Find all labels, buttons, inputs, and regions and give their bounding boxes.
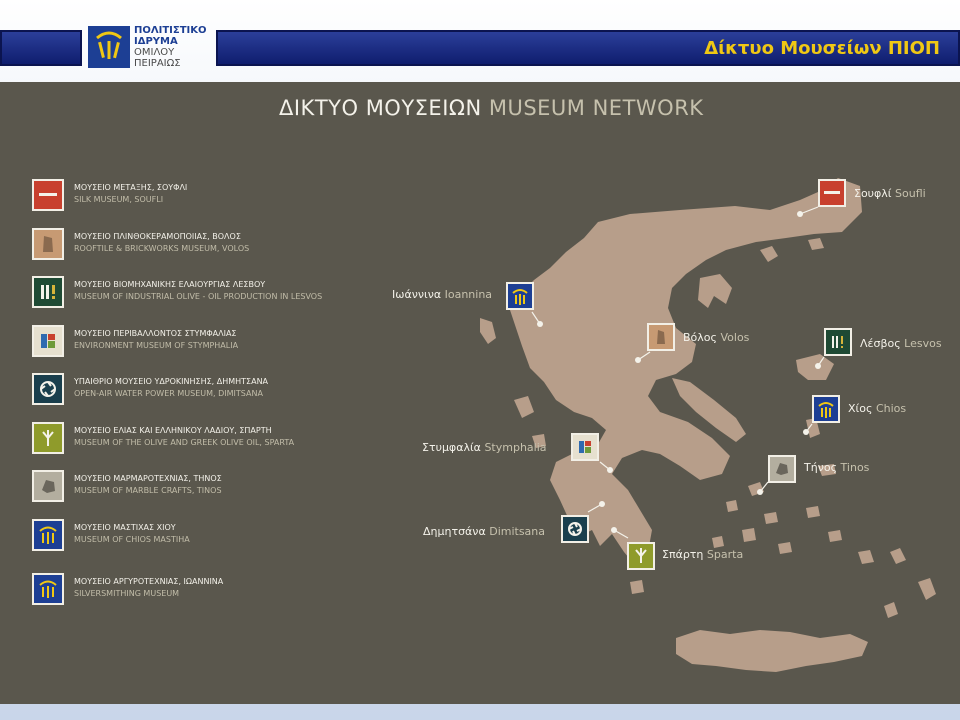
foundation-logo: ΠΟΛΙΤΙΣΤΙΚΟ ΙΔΡΥΜΑ ΟΜΙΛΟΥ ΠΕΙΡΑΙΩΣ: [88, 22, 212, 72]
legend-subtitle: ENVIRONMENT MUSEUM OF STYMPHALIA: [74, 341, 239, 350]
map-label-english: Stymphalia: [484, 441, 547, 454]
marker-ioannina-piop-icon[interactable]: [506, 282, 534, 310]
marker-sparta-olive-tree-icon[interactable]: [627, 542, 655, 570]
piop-icon: [32, 573, 64, 605]
map-label-english: Sparta: [706, 548, 744, 561]
greece-landmass: [480, 178, 936, 672]
dot-chios: [803, 429, 809, 435]
map-label-dimitsana: Δημητσάνα Dimitsana: [423, 525, 545, 538]
dot-stymphalia: [607, 467, 613, 473]
map-label-english: Ioannina: [444, 288, 493, 301]
map-label-soufli: Σουφλί Soufli: [854, 187, 926, 200]
legend-item-silversmithing: ΜΟΥΣΕΙΟ ΑΡΓΥΡΟΤΕΧΝΙΑΣ, ΙΩΑΝΝΙΝΑ SILVERSM…: [32, 573, 452, 605]
slide: Δίκτυο Μουσείων ΠΙΟΠ ΠΟΛΙΤΙΣΤΙΚΟ ΙΔΡΥΜΑ …: [0, 0, 960, 720]
map-label-volos: Βόλος Volos: [683, 331, 749, 344]
legend-subtitle: MUSEUM OF MARBLE CRAFTS, TINOS: [74, 486, 222, 495]
map-label-chios: Χίος Chios: [848, 402, 906, 415]
map-label-lesvos: Λέσβος Lesvos: [860, 337, 942, 350]
legend-title: ΜΟΥΣΕΙΟ ΜΑΣΤΙΧΑΣ ΧΙΟΥ: [74, 523, 176, 532]
map-label-ioannina: Ιωάννινα Ioannina: [392, 288, 492, 301]
silk-icon: [32, 179, 64, 211]
legend-title: ΜΟΥΣΕΙΟ ΜΕΤΑΞΗΣ, ΣΟΥΦΛΙ: [74, 183, 188, 192]
legend-item-silk: ΜΟΥΣΕΙΟ ΜΕΤΑΞΗΣ, ΣΟΥΦΛΙ SILK MUSEUM, SOU…: [32, 179, 452, 211]
map-label-english: Chios: [875, 402, 907, 415]
map-label-greek: Τήνος: [804, 461, 838, 474]
legend-title: ΥΠΑΙΘΡΙΟ ΜΟΥΣΕΙΟ ΥΔΡΟΚΙΝΗΣΗΣ, ΔΗΜΗΤΣΑΝΑ: [74, 377, 269, 386]
legend-title: ΜΟΥΣΕΙΟ ΜΑΡΜΑΡΟΤΕΧΝΙΑΣ, ΤΗΝΟΣ: [74, 474, 222, 483]
marker-lesvos-olive-press-icon[interactable]: [824, 328, 852, 356]
marker-soufli-silk-icon[interactable]: [818, 179, 846, 207]
brick-icon: [32, 228, 64, 260]
map-label-greek: Χίος: [848, 402, 873, 415]
map-label-stymphalia: Στυμφαλία Stymphalia: [422, 441, 547, 454]
map-label-greek: Σουφλί: [854, 187, 892, 200]
legend-title: ΜΟΥΣΕΙΟ ΕΛΙΑΣ ΚΑΙ ΕΛΛΗΝΙΚΟΥ ΛΑΔΙΟΥ, ΣΠΑΡ…: [74, 426, 272, 435]
map-label-english: Volos: [720, 331, 750, 344]
map-label-greek: Σπάρτη: [662, 548, 704, 561]
olive-tree-icon: [32, 422, 64, 454]
header-bar: Δίκτυο Μουσείων ΠΙΟΠ: [216, 30, 960, 66]
legend-title: ΜΟΥΣΕΙΟ ΑΡΓΥΡΟΤΕΧΝΙΑΣ, ΙΩΑΝΝΙΝΑ: [74, 577, 224, 586]
legend-subtitle: ROOFTILE & BRICKWORKS MUSEUM, VOLOS: [74, 244, 250, 253]
legend-subtitle: MUSEUM OF THE OLIVE AND GREEK OLIVE OIL,…: [74, 438, 295, 447]
marker-dimitsana-water-wheel-icon[interactable]: [561, 515, 589, 543]
water-wheel-icon: [32, 373, 64, 405]
piop-icon: [32, 519, 64, 551]
museum-network-panel: ΔΙΚΤΥΟ ΜΟΥΣΕΙΩΝ MUSEUM NETWORK ΜΟΥΣΕΙΟ Μ…: [0, 82, 960, 704]
legend-subtitle: SILK MUSEUM, SOUFLI: [74, 195, 164, 204]
logo-line-4: ΠΕΙΡΑΙΩΣ: [134, 58, 181, 69]
marble-icon: [32, 470, 64, 502]
legend-subtitle: SILVERSMITHING MUSEUM: [74, 589, 180, 598]
marker-volos-brick-icon[interactable]: [647, 323, 675, 351]
olive-press-icon: [32, 276, 64, 308]
map-label-sparta: Σπάρτη Sparta: [662, 548, 743, 561]
logo-line-2: ΙΔΡΥΜΑ: [134, 36, 178, 47]
environment-icon: [32, 325, 64, 357]
dot-ioannina: [537, 321, 543, 327]
legend-item-water-wheel: ΥΠΑΙΘΡΙΟ ΜΟΥΣΕΙΟ ΥΔΡΟΚΙΝΗΣΗΣ, ΔΗΜΗΤΣΑΝΑ …: [32, 373, 452, 405]
marker-chios-piop-icon[interactable]: [812, 395, 840, 423]
map-label-greek: Ιωάννινα: [392, 288, 442, 301]
map-label-greek: Λέσβος: [860, 337, 901, 350]
legend-item-marble: ΜΟΥΣΕΙΟ ΜΑΡΜΑΡΟΤΕΧΝΙΑΣ, ΤΗΝΟΣ MUSEUM OF …: [32, 470, 452, 502]
legend-subtitle: MUSEUM OF INDUSTRIAL OLIVE - OIL PRODUCT…: [74, 292, 323, 301]
map-label-greek: Στυμφαλία: [422, 441, 481, 454]
map-label-greek: Βόλος: [683, 331, 717, 344]
logo-text: ΠΟΛΙΤΙΣΤΙΚΟ ΙΔΡΥΜΑ ΟΜΙΛΟΥ ΠΕΙΡΑΙΩΣ: [134, 25, 207, 69]
legend-item-olive-press: ΜΟΥΣΕΙΟ ΒΙΟΜΗΧΑΝΙΚΗΣ ΕΛΑΙΟΥΡΓΙΑΣ ΛΕΣΒΟΥ …: [32, 276, 452, 308]
map-label-english: Lesvos: [904, 337, 942, 350]
map-label-english: Dimitsana: [489, 525, 546, 538]
dot-volos: [635, 357, 641, 363]
map-label-english: Tinos: [840, 461, 870, 474]
map-label-greek: Δημητσάνα: [423, 525, 486, 538]
page-title: Δίκτυο Μουσείων ΠΙΟΠ: [704, 38, 940, 59]
dot-soufli: [797, 211, 803, 217]
legend-item-brick: ΜΟΥΣΕΙΟ ΠΛΙΝΘΟΚΕΡΑΜΟΠΟΙΙΑΣ, ΒΟΛΟΣ ROOFTI…: [32, 228, 452, 260]
legend-title: ΜΟΥΣΕΙΟ ΠΛΙΝΘΟΚΕΡΑΜΟΠΟΙΙΑΣ, ΒΟΛΟΣ: [74, 232, 241, 241]
map-label-tinos: Τήνος Tinos: [804, 461, 869, 474]
legend-item-environment: ΜΟΥΣΕΙΟ ΠΕΡΙΒΑΛΛΟΝΤΟΣ ΣΤΥΜΦΑΛΙΑΣ ENVIRON…: [32, 325, 452, 357]
legend-title: ΜΟΥΣΕΙΟ ΠΕΡΙΒΑΛΛΟΝΤΟΣ ΣΤΥΜΦΑΛΙΑΣ: [74, 329, 237, 338]
legend-item-mastiha: ΜΟΥΣΕΙΟ ΜΑΣΤΙΧΑΣ ΧΙΟΥ MUSEUM OF CHIOS MA…: [32, 519, 452, 551]
legend-title: ΜΟΥΣΕΙΟ ΒΙΟΜΗΧΑΝΙΚΗΣ ΕΛΑΙΟΥΡΓΙΑΣ ΛΕΣΒΟΥ: [74, 280, 266, 289]
dot-tinos: [757, 489, 763, 495]
header-bar-left: [0, 30, 82, 66]
legend-subtitle: MUSEUM OF CHIOS MASTIHA: [74, 535, 190, 544]
legend-subtitle: OPEN-AIR WATER POWER MUSEUM, DIMITSANA: [74, 389, 263, 398]
legend-item-olive-tree: ΜΟΥΣΕΙΟ ΕΛΙΑΣ ΚΑΙ ΕΛΛΗΝΙΚΟΥ ΛΑΔΙΟΥ, ΣΠΑΡ…: [32, 422, 452, 454]
piop-logo-icon: [88, 26, 130, 68]
dot-lesvos: [815, 363, 821, 369]
dot-dimitsana: [599, 501, 605, 507]
marker-tinos-marble-icon[interactable]: [768, 455, 796, 483]
logo-line-3: ΟΜΙΛΟΥ: [134, 47, 175, 58]
map-label-english: Soufli: [895, 187, 926, 200]
logo-line-1: ΠΟΛΙΤΙΣΤΙΚΟ: [134, 25, 207, 36]
marker-stymphalia-environment-icon[interactable]: [571, 433, 599, 461]
dot-sparta: [611, 527, 617, 533]
